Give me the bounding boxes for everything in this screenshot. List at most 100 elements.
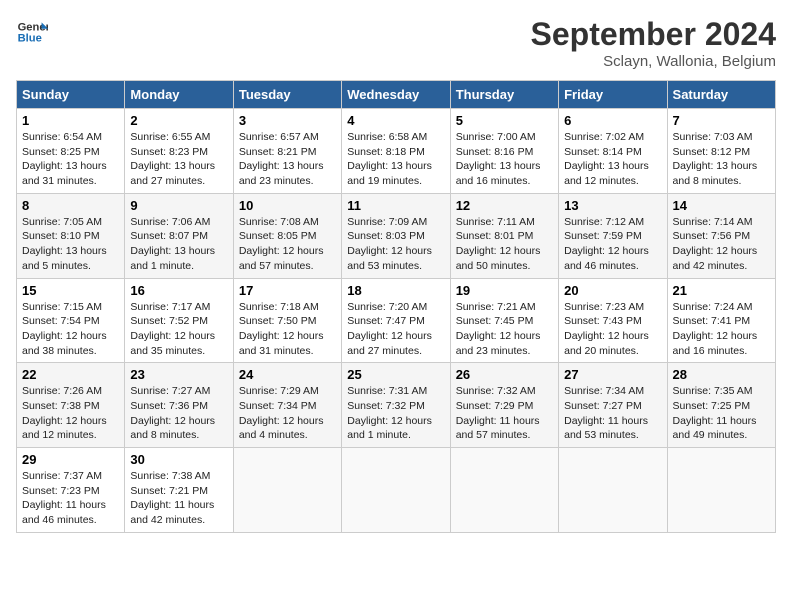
day-info: Sunrise: 7:14 AM Sunset: 7:56 PM Dayligh…	[673, 215, 770, 274]
day-number: 1	[22, 113, 119, 128]
day-number: 26	[456, 367, 553, 382]
day-number: 23	[130, 367, 227, 382]
day-info: Sunrise: 7:37 AM Sunset: 7:23 PM Dayligh…	[22, 469, 119, 528]
day-info: Sunrise: 7:29 AM Sunset: 7:34 PM Dayligh…	[239, 384, 336, 443]
calendar-cell: 2 Sunrise: 6:55 AM Sunset: 8:23 PM Daylig…	[125, 109, 233, 194]
col-header-monday: Monday	[125, 81, 233, 109]
day-info: Sunrise: 7:06 AM Sunset: 8:07 PM Dayligh…	[130, 215, 227, 274]
day-info: Sunrise: 7:21 AM Sunset: 7:45 PM Dayligh…	[456, 300, 553, 359]
calendar-cell	[450, 448, 558, 533]
day-info: Sunrise: 7:35 AM Sunset: 7:25 PM Dayligh…	[673, 384, 770, 443]
day-info: Sunrise: 6:54 AM Sunset: 8:25 PM Dayligh…	[22, 130, 119, 189]
calendar-cell: 3 Sunrise: 6:57 AM Sunset: 8:21 PM Daylig…	[233, 109, 341, 194]
day-info: Sunrise: 7:31 AM Sunset: 7:32 PM Dayligh…	[347, 384, 444, 443]
day-info: Sunrise: 7:26 AM Sunset: 7:38 PM Dayligh…	[22, 384, 119, 443]
calendar-cell: 7 Sunrise: 7:03 AM Sunset: 8:12 PM Daylig…	[667, 109, 775, 194]
day-info: Sunrise: 7:05 AM Sunset: 8:10 PM Dayligh…	[22, 215, 119, 274]
day-info: Sunrise: 7:12 AM Sunset: 7:59 PM Dayligh…	[564, 215, 661, 274]
day-info: Sunrise: 7:00 AM Sunset: 8:16 PM Dayligh…	[456, 130, 553, 189]
day-number: 10	[239, 198, 336, 213]
day-number: 17	[239, 283, 336, 298]
calendar-cell: 24 Sunrise: 7:29 AM Sunset: 7:34 PM Dayli…	[233, 363, 341, 448]
day-info: Sunrise: 6:55 AM Sunset: 8:23 PM Dayligh…	[130, 130, 227, 189]
day-number: 29	[22, 452, 119, 467]
calendar-cell: 11Sunrise: 7:09 AM Sunset: 8:03 PM Dayli…	[342, 193, 450, 278]
day-info: Sunrise: 6:57 AM Sunset: 8:21 PM Dayligh…	[239, 130, 336, 189]
col-header-wednesday: Wednesday	[342, 81, 450, 109]
day-info: Sunrise: 7:18 AM Sunset: 7:50 PM Dayligh…	[239, 300, 336, 359]
day-number: 3	[239, 113, 336, 128]
logo: General Blue	[16, 16, 48, 48]
col-header-tuesday: Tuesday	[233, 81, 341, 109]
calendar-cell: 20 Sunrise: 7:23 AM Sunset: 7:43 PM Dayli…	[559, 278, 667, 363]
day-number: 18	[347, 283, 444, 298]
calendar-week-row: 29 Sunrise: 7:37 AM Sunset: 7:23 PM Dayli…	[17, 448, 776, 533]
calendar-cell: 18 Sunrise: 7:20 AM Sunset: 7:47 PM Dayli…	[342, 278, 450, 363]
calendar-cell: 22 Sunrise: 7:26 AM Sunset: 7:38 PM Dayli…	[17, 363, 125, 448]
day-number: 13	[564, 198, 661, 213]
calendar-cell	[233, 448, 341, 533]
day-info: Sunrise: 7:15 AM Sunset: 7:54 PM Dayligh…	[22, 300, 119, 359]
logo-icon: General Blue	[16, 16, 48, 48]
day-info: Sunrise: 7:23 AM Sunset: 7:43 PM Dayligh…	[564, 300, 661, 359]
calendar-cell: 19Sunrise: 7:21 AM Sunset: 7:45 PM Dayli…	[450, 278, 558, 363]
location: Sclayn, Wallonia, Belgium	[531, 53, 776, 70]
calendar-cell: 17 Sunrise: 7:18 AM Sunset: 7:50 PM Dayli…	[233, 278, 341, 363]
day-number: 6	[564, 113, 661, 128]
calendar-week-row: 8 Sunrise: 7:05 AM Sunset: 8:10 PM Daylig…	[17, 193, 776, 278]
day-info: Sunrise: 7:20 AM Sunset: 7:47 PM Dayligh…	[347, 300, 444, 359]
day-number: 28	[673, 367, 770, 382]
day-number: 20	[564, 283, 661, 298]
calendar-cell: 1 Sunrise: 6:54 AM Sunset: 8:25 PM Daylig…	[17, 109, 125, 194]
day-info: Sunrise: 7:17 AM Sunset: 7:52 PM Dayligh…	[130, 300, 227, 359]
day-number: 8	[22, 198, 119, 213]
calendar-cell: 12Sunrise: 7:11 AM Sunset: 8:01 PM Dayli…	[450, 193, 558, 278]
day-number: 15	[22, 283, 119, 298]
day-number: 2	[130, 113, 227, 128]
calendar-cell: 29 Sunrise: 7:37 AM Sunset: 7:23 PM Dayli…	[17, 448, 125, 533]
day-number: 14	[673, 198, 770, 213]
calendar-cell	[559, 448, 667, 533]
calendar-cell: 16 Sunrise: 7:17 AM Sunset: 7:52 PM Dayli…	[125, 278, 233, 363]
calendar-cell: 23 Sunrise: 7:27 AM Sunset: 7:36 PM Dayli…	[125, 363, 233, 448]
day-number: 22	[22, 367, 119, 382]
day-info: Sunrise: 7:03 AM Sunset: 8:12 PM Dayligh…	[673, 130, 770, 189]
svg-text:Blue: Blue	[18, 33, 42, 45]
day-info: Sunrise: 7:32 AM Sunset: 7:29 PM Dayligh…	[456, 384, 553, 443]
day-number: 5	[456, 113, 553, 128]
calendar-cell: 30Sunrise: 7:38 AM Sunset: 7:21 PM Dayli…	[125, 448, 233, 533]
calendar-cell: 8 Sunrise: 7:05 AM Sunset: 8:10 PM Daylig…	[17, 193, 125, 278]
day-number: 24	[239, 367, 336, 382]
calendar-cell: 9 Sunrise: 7:06 AM Sunset: 8:07 PM Daylig…	[125, 193, 233, 278]
day-info: Sunrise: 7:08 AM Sunset: 8:05 PM Dayligh…	[239, 215, 336, 274]
calendar-cell: 26 Sunrise: 7:32 AM Sunset: 7:29 PM Dayli…	[450, 363, 558, 448]
day-info: Sunrise: 7:34 AM Sunset: 7:27 PM Dayligh…	[564, 384, 661, 443]
day-info: Sunrise: 7:38 AM Sunset: 7:21 PM Dayligh…	[130, 469, 227, 528]
calendar-week-row: 22 Sunrise: 7:26 AM Sunset: 7:38 PM Dayli…	[17, 363, 776, 448]
calendar-cell	[667, 448, 775, 533]
calendar-table: SundayMondayTuesdayWednesdayThursdayFrid…	[16, 80, 776, 533]
day-info: Sunrise: 7:11 AM Sunset: 8:01 PM Dayligh…	[456, 215, 553, 274]
calendar-cell: 6Sunrise: 7:02 AM Sunset: 8:14 PM Daylig…	[559, 109, 667, 194]
col-header-friday: Friday	[559, 81, 667, 109]
day-number: 21	[673, 283, 770, 298]
calendar-cell	[342, 448, 450, 533]
month-title: September 2024	[531, 16, 776, 53]
day-number: 7	[673, 113, 770, 128]
calendar-cell: 28 Sunrise: 7:35 AM Sunset: 7:25 PM Dayli…	[667, 363, 775, 448]
day-info: Sunrise: 6:58 AM Sunset: 8:18 PM Dayligh…	[347, 130, 444, 189]
calendar-cell: 10 Sunrise: 7:08 AM Sunset: 8:05 PM Dayli…	[233, 193, 341, 278]
day-number: 9	[130, 198, 227, 213]
day-info: Sunrise: 7:27 AM Sunset: 7:36 PM Dayligh…	[130, 384, 227, 443]
calendar-cell: 14 Sunrise: 7:14 AM Sunset: 7:56 PM Dayli…	[667, 193, 775, 278]
calendar-cell: 5 Sunrise: 7:00 AM Sunset: 8:16 PM Daylig…	[450, 109, 558, 194]
day-number: 27	[564, 367, 661, 382]
col-header-thursday: Thursday	[450, 81, 558, 109]
col-header-sunday: Sunday	[17, 81, 125, 109]
calendar-cell: 13 Sunrise: 7:12 AM Sunset: 7:59 PM Dayli…	[559, 193, 667, 278]
day-number: 4	[347, 113, 444, 128]
calendar-cell: 21Sunrise: 7:24 AM Sunset: 7:41 PM Dayli…	[667, 278, 775, 363]
day-info: Sunrise: 7:09 AM Sunset: 8:03 PM Dayligh…	[347, 215, 444, 274]
day-number: 16	[130, 283, 227, 298]
calendar-cell: 4 Sunrise: 6:58 AM Sunset: 8:18 PM Daylig…	[342, 109, 450, 194]
